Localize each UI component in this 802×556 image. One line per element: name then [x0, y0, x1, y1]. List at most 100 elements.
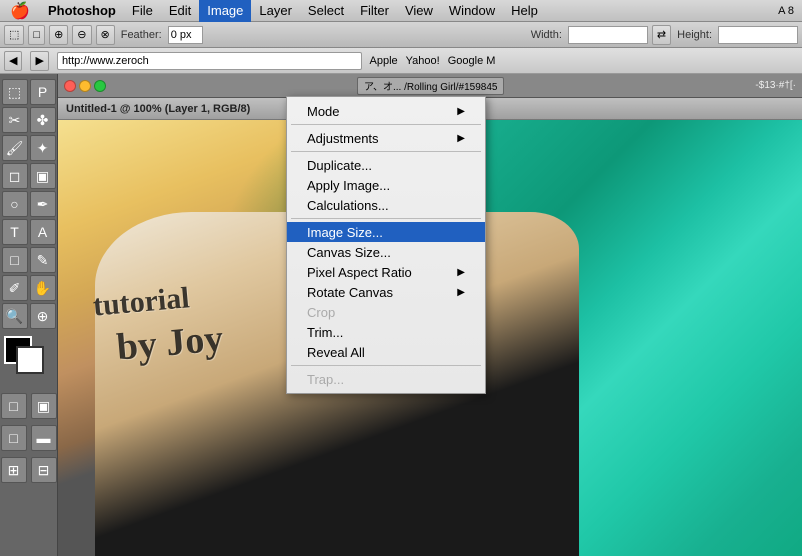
menu-item-reveal-all[interactable]: Reveal All [287, 342, 485, 362]
menu-file[interactable]: File [124, 0, 161, 22]
menu-view[interactable]: View [397, 0, 441, 22]
menu-edit[interactable]: Edit [161, 0, 199, 22]
marquee-style-1[interactable]: □ [28, 25, 45, 45]
tool-crop[interactable]: ✂ [2, 107, 28, 133]
panel-info: -$13·#†[· [755, 80, 796, 91]
tool-healing[interactable]: ✤ [30, 107, 56, 133]
tool-text[interactable]: T [2, 219, 28, 245]
tool-marquee[interactable]: ⬚ [2, 79, 28, 105]
apply-image-label: Apply Image... [307, 178, 390, 193]
tool-lasso[interactable]: P [30, 79, 56, 105]
tool-pen[interactable]: ✒ [30, 191, 56, 217]
menu-item-trim[interactable]: Trim... [287, 322, 485, 342]
reveal-all-label: Reveal All [307, 345, 365, 360]
forward-btn[interactable]: ▶ [30, 51, 48, 71]
width-input[interactable] [568, 26, 648, 44]
quick-mask-on[interactable]: ▣ [31, 393, 57, 419]
url-input[interactable] [57, 52, 362, 70]
menu-window[interactable]: Window [441, 0, 503, 22]
menu-item-adjustments[interactable]: Adjustments ▶ [287, 128, 485, 148]
feather-input[interactable] [168, 26, 203, 44]
tool-shape[interactable]: □ [2, 247, 28, 273]
extra-tool-2[interactable]: ⊟ [31, 457, 57, 483]
menu-item-rotate-canvas[interactable]: Rotate Canvas ▶ [287, 282, 485, 302]
menu-layer[interactable]: Layer [251, 0, 300, 22]
marquee-style-2[interactable]: ⊕ [49, 25, 68, 45]
duplicate-label: Duplicate... [307, 158, 372, 173]
menubar: 🍎 Photoshop File Edit Image Layer Select… [0, 0, 802, 22]
back-btn[interactable]: ◀ [4, 51, 22, 71]
menu-item-duplicate[interactable]: Duplicate... [287, 155, 485, 175]
tool-notes[interactable]: ✎ [30, 247, 56, 273]
image-dropdown-menu: Mode ▶ Adjustments ▶ Duplicate... Apply … [286, 96, 486, 394]
rotate-canvas-arrow: ▶ [457, 287, 465, 298]
menu-item-pixel-aspect[interactable]: Pixel Aspect Ratio ▶ [287, 262, 485, 282]
tool-gradient[interactable]: ▣ [30, 163, 56, 189]
rolling-girl-tab[interactable]: ア、オ... /Rolling Girl/#159845 [357, 77, 505, 95]
calculations-label: Calculations... [307, 198, 389, 213]
bookmark-google[interactable]: Google M [448, 55, 496, 67]
separator-3 [291, 218, 481, 219]
window-minimize-btn[interactable] [79, 80, 91, 92]
tool-eraser[interactable]: ◻ [2, 163, 28, 189]
mode-arrow: ▶ [457, 106, 465, 117]
marquee-options[interactable]: ⬚ [4, 25, 24, 45]
separator-4 [291, 365, 481, 366]
tool-hand[interactable]: ✋ [30, 275, 56, 301]
ps-version: A 8 [778, 5, 802, 17]
menu-image[interactable]: Image [199, 0, 251, 22]
menu-item-crop: Crop [287, 302, 485, 322]
tool-extra[interactable]: ⊕ [30, 303, 56, 329]
left-toolbar: ⬚ P ✂ ✤ 🖌 ✦ ◻ ▣ ○ ✒ T A □ ✎ ✐ ✋ [0, 74, 58, 556]
tool-path[interactable]: A [30, 219, 56, 245]
menu-item-image-size[interactable]: Image Size... [287, 222, 485, 242]
menu-item-trap: Trap... [287, 369, 485, 389]
tool-dodge[interactable]: ○ [2, 191, 28, 217]
trap-label: Trap... [307, 372, 344, 387]
menu-item-canvas-size[interactable]: Canvas Size... [287, 242, 485, 262]
menu-item-mode[interactable]: Mode ▶ [287, 101, 485, 121]
adjustments-label: Adjustments [307, 131, 379, 146]
separator-1 [291, 124, 481, 125]
bookmarks-bar: ◀ ▶ Apple Yahoo! Google M [0, 48, 802, 74]
mode-label: Mode [307, 104, 340, 119]
screen-full-menu[interactable]: ▬ [31, 425, 57, 451]
options-toolbar: ⬚ □ ⊕ ⊖ ⊗ Feather: Width: ⇄ Height: [0, 22, 802, 48]
menu-filter[interactable]: Filter [352, 0, 397, 22]
adjustments-arrow: ▶ [457, 133, 465, 144]
tool-clone[interactable]: ✦ [30, 135, 56, 161]
menu-item-apply-image[interactable]: Apply Image... [287, 175, 485, 195]
apple-menu[interactable]: 🍎 [0, 0, 40, 22]
height-input[interactable] [718, 26, 798, 44]
window-maximize-btn[interactable] [94, 80, 106, 92]
pixel-aspect-label: Pixel Aspect Ratio [307, 265, 412, 280]
marquee-icon: ⬚ [9, 28, 19, 41]
tool-zoom[interactable]: 🔍 [2, 303, 28, 329]
feather-label: Feather: [119, 29, 164, 41]
quick-mask-tools: □ ▣ [0, 392, 58, 420]
image-size-label: Image Size... [307, 225, 383, 240]
bookmark-yahoo[interactable]: Yahoo! [406, 55, 440, 67]
menu-select[interactable]: Select [300, 0, 352, 22]
menu-item-calculations[interactable]: Calculations... [287, 195, 485, 215]
marquee-style-3[interactable]: ⊖ [72, 25, 91, 45]
extra-tool-1[interactable]: ⊞ [1, 457, 27, 483]
menu-help[interactable]: Help [503, 0, 546, 22]
trim-label: Trim... [307, 325, 343, 340]
background-color[interactable] [16, 346, 44, 374]
color-swatches [4, 336, 54, 384]
tool-eyedropper[interactable]: ✐ [2, 275, 28, 301]
pixel-aspect-arrow: ▶ [457, 267, 465, 278]
canvas-size-label: Canvas Size... [307, 245, 391, 260]
marquee-style-4[interactable]: ⊗ [96, 25, 115, 45]
tool-brush[interactable]: 🖌 [2, 135, 28, 161]
bookmark-apple[interactable]: Apple [370, 55, 398, 67]
extra-tools: ⊞ ⊟ [0, 456, 58, 484]
main-area: ⬚ P ✂ ✤ 🖌 ✦ ◻ ▣ ○ ✒ T A □ ✎ ✐ ✋ [0, 74, 802, 556]
window-close-btn[interactable] [64, 80, 76, 92]
top-info-bar: ア、オ... /Rolling Girl/#159845 -$13·#†[· [58, 74, 802, 98]
screen-normal[interactable]: □ [1, 425, 27, 451]
screen-mode-tools: □ ▬ [0, 424, 58, 452]
quick-mask-off[interactable]: □ [1, 393, 27, 419]
swap-dimensions[interactable]: ⇄ [652, 25, 671, 45]
